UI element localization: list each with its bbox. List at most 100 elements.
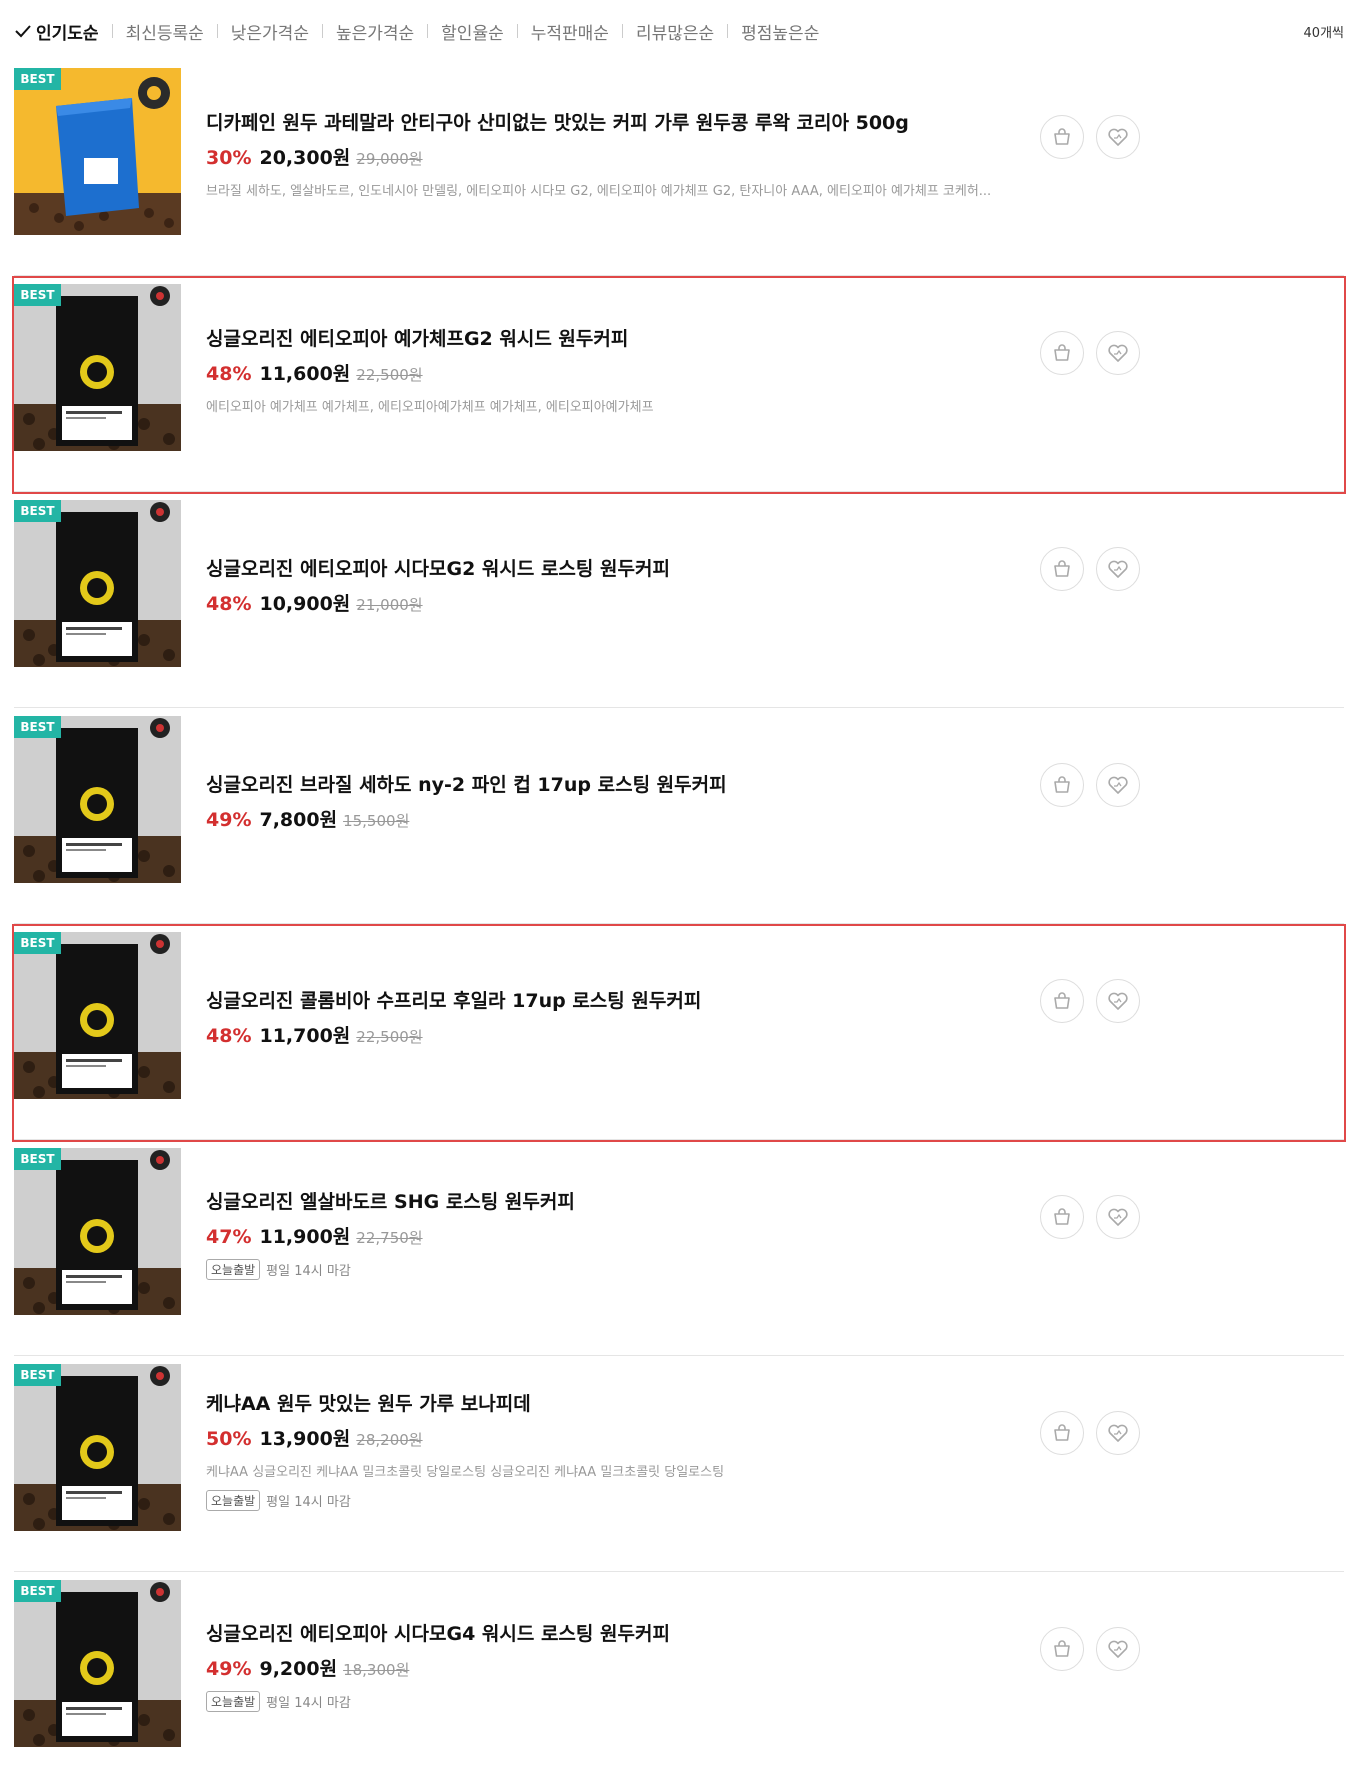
shipping-info: 오늘출발 평일 14시 마감 xyxy=(206,1259,575,1280)
product-title[interactable]: 싱글오리진 에티오피아 시다모G2 워시드 로스팅 원두커피 xyxy=(206,554,670,581)
heart-icon xyxy=(1108,344,1128,362)
divider xyxy=(111,24,113,38)
page-size-select[interactable]: 40개씩 xyxy=(1304,22,1344,41)
product-title[interactable]: 싱글오리진 콜롬비아 수프리모 후일라 17up 로스팅 원두커피 xyxy=(206,986,701,1013)
sort-label: 인기도순 xyxy=(36,23,99,44)
today-shipping-badge: 오늘출발 xyxy=(206,1259,261,1280)
divider xyxy=(727,24,729,38)
original-price: 28,200원 xyxy=(356,1431,423,1449)
add-to-cart-button[interactable] xyxy=(1040,331,1084,375)
sort-label: 평점높은순 xyxy=(741,23,820,44)
best-badge: BEST xyxy=(14,500,61,522)
product-row[interactable]: BEST 싱글오리진 엘살바도르 SHG 로스팅 원두커피 47% 11,900… xyxy=(14,1142,1344,1356)
original-price: 21,000원 xyxy=(356,596,423,614)
shipping-cutoff: 평일 14시 마감 xyxy=(266,1264,351,1279)
discount-rate: 48% xyxy=(206,363,252,385)
divider xyxy=(321,24,323,38)
product-info: 싱글오리진 콜롬비아 수프리모 후일라 17up 로스팅 원두커피 48% 11… xyxy=(206,986,701,1048)
add-to-cart-button[interactable] xyxy=(1040,1195,1084,1239)
sale-price: 11,700원 xyxy=(259,1025,351,1047)
add-to-cart-button[interactable] xyxy=(1040,547,1084,591)
price-line: 48% 10,900원 21,000원 xyxy=(206,589,670,616)
add-to-cart-button[interactable] xyxy=(1040,1627,1084,1671)
best-badge: BEST xyxy=(14,932,61,954)
product-image xyxy=(14,932,181,1099)
product-thumbnail[interactable]: BEST xyxy=(14,932,181,1099)
product-thumbnail[interactable]: BEST xyxy=(14,716,181,883)
wishlist-button[interactable] xyxy=(1096,1627,1140,1671)
original-price: 22,500원 xyxy=(356,366,423,384)
cart-icon xyxy=(1054,128,1070,145)
shipping-info: 오늘출발 평일 14시 마감 xyxy=(206,1490,1066,1511)
wishlist-button[interactable] xyxy=(1096,115,1140,159)
discount-rate: 48% xyxy=(206,1025,252,1047)
sort-high-price[interactable]: 높은가격순 xyxy=(336,19,414,44)
wishlist-button[interactable] xyxy=(1096,1411,1140,1455)
sort-newest[interactable]: 최신등록순 xyxy=(126,19,204,44)
divider xyxy=(516,24,518,38)
original-price: 18,300원 xyxy=(343,1661,410,1679)
product-row[interactable]: BEST 케냐AA 원두 맛있는 원두 가루 보나피데 50% 13,900원 … xyxy=(14,1358,1344,1572)
product-thumbnail[interactable]: BEST xyxy=(14,1580,181,1747)
product-image xyxy=(14,1580,181,1747)
product-image xyxy=(14,500,181,667)
product-row[interactable]: BEST 디카페인 원두 과테말라 안티구아 산미없는 맛있는 커피 가루 원두… xyxy=(14,62,1344,276)
product-thumbnail[interactable]: BEST xyxy=(14,284,181,451)
product-title[interactable]: 싱글오리진 에티오피아 예가체프G2 워시드 원두커피 xyxy=(206,324,1066,351)
product-thumbnail[interactable]: BEST xyxy=(14,1364,181,1531)
original-price: 15,500원 xyxy=(343,812,410,830)
product-title[interactable]: 싱글오리진 에티오피아 시다모G4 워시드 로스팅 원두커피 xyxy=(206,1619,670,1646)
product-title[interactable]: 케냐AA 원두 맛있는 원두 가루 보나피데 xyxy=(206,1389,1066,1416)
product-description: 케냐AA 싱글오리진 케냐AA 밀크초콜릿 당일로스팅 싱글오리진 케냐AA 밀… xyxy=(206,1465,725,1480)
product-row[interactable]: BEST 싱글오리진 콜롬비아 수프리모 후일라 17up 로스팅 원두커피 4… xyxy=(12,924,1346,1142)
product-title[interactable]: 싱글오리진 엘살바도르 SHG 로스팅 원두커피 xyxy=(206,1187,575,1214)
product-row[interactable]: BEST 싱글오리진 에티오피아 예가체프G2 워시드 원두커피 48% 11,… xyxy=(12,276,1346,494)
heart-icon xyxy=(1108,1424,1128,1442)
sort-discount[interactable]: 할인율순 xyxy=(441,19,504,44)
product-thumbnail[interactable]: BEST xyxy=(14,500,181,667)
product-row[interactable]: BEST 싱글오리진 에티오피아 시다모G4 워시드 로스팅 원두커피 49% … xyxy=(14,1574,1344,1775)
sort-label: 낮은가격순 xyxy=(230,23,309,44)
product-title[interactable]: 싱글오리진 브라질 세하도 ny-2 파인 컵 17up 로스팅 원두커피 xyxy=(206,770,727,797)
heart-icon xyxy=(1108,560,1128,578)
add-to-cart-button[interactable] xyxy=(1040,763,1084,807)
shipping-info: 오늘출발 평일 14시 마감 xyxy=(206,1691,670,1712)
sort-popular[interactable]: 인기도순 xyxy=(14,19,99,44)
heart-icon xyxy=(1108,992,1128,1010)
wishlist-button[interactable] xyxy=(1096,1195,1140,1239)
product-row[interactable]: BEST 싱글오리진 에티오피아 시다모G2 워시드 로스팅 원두커피 48% … xyxy=(14,494,1344,708)
product-title[interactable]: 디카페인 원두 과테말라 안티구아 산미없는 맛있는 커피 가루 원두콩 루왁 … xyxy=(206,108,1066,135)
product-description: 에티오피아 예가체프 예가체프, 에티오피아예가체프 예가체프, 에티오피아예가… xyxy=(206,400,654,415)
shipping-cutoff: 평일 14시 마감 xyxy=(266,1696,351,1711)
sort-label: 할인율순 xyxy=(441,23,504,44)
product-info: 싱글오리진 에티오피아 예가체프G2 워시드 원두커피 48% 11,600원 … xyxy=(206,324,1066,415)
divider xyxy=(427,24,429,38)
add-to-cart-button[interactable] xyxy=(1040,115,1084,159)
price-line: 49% 7,800원 15,500원 xyxy=(206,805,727,832)
add-to-cart-button[interactable] xyxy=(1040,979,1084,1023)
today-shipping-badge: 오늘출발 xyxy=(206,1691,261,1712)
wishlist-button[interactable] xyxy=(1096,979,1140,1023)
cart-icon xyxy=(1054,344,1070,361)
wishlist-button[interactable] xyxy=(1096,763,1140,807)
product-info: 케냐AA 원두 맛있는 원두 가루 보나피데 50% 13,900원 28,20… xyxy=(206,1389,1066,1511)
wishlist-button[interactable] xyxy=(1096,547,1140,591)
wishlist-button[interactable] xyxy=(1096,331,1140,375)
sort-reviews[interactable]: 리뷰많은순 xyxy=(636,19,714,44)
sort-low-price[interactable]: 낮은가격순 xyxy=(231,19,309,44)
product-row[interactable]: BEST 싱글오리진 브라질 세하도 ny-2 파인 컵 17up 로스팅 원두… xyxy=(14,710,1344,924)
sort-sales[interactable]: 누적판매순 xyxy=(531,19,609,44)
add-to-cart-button[interactable] xyxy=(1040,1411,1084,1455)
original-price: 22,750원 xyxy=(356,1229,423,1247)
sort-rating[interactable]: 평점높은순 xyxy=(741,19,819,44)
discount-rate: 49% xyxy=(206,809,252,831)
today-shipping-badge: 오늘출발 xyxy=(206,1490,261,1511)
product-thumbnail[interactable]: BEST xyxy=(14,1148,181,1315)
product-thumbnail[interactable]: BEST xyxy=(14,68,181,235)
product-info: 디카페인 원두 과테말라 안티구아 산미없는 맛있는 커피 가루 원두콩 루왁 … xyxy=(206,108,1066,199)
product-image xyxy=(14,1364,181,1531)
heart-icon xyxy=(1108,1640,1128,1658)
sort-label: 누적판매순 xyxy=(530,23,609,44)
discount-rate: 50% xyxy=(206,1428,252,1450)
cart-icon xyxy=(1054,1424,1070,1441)
